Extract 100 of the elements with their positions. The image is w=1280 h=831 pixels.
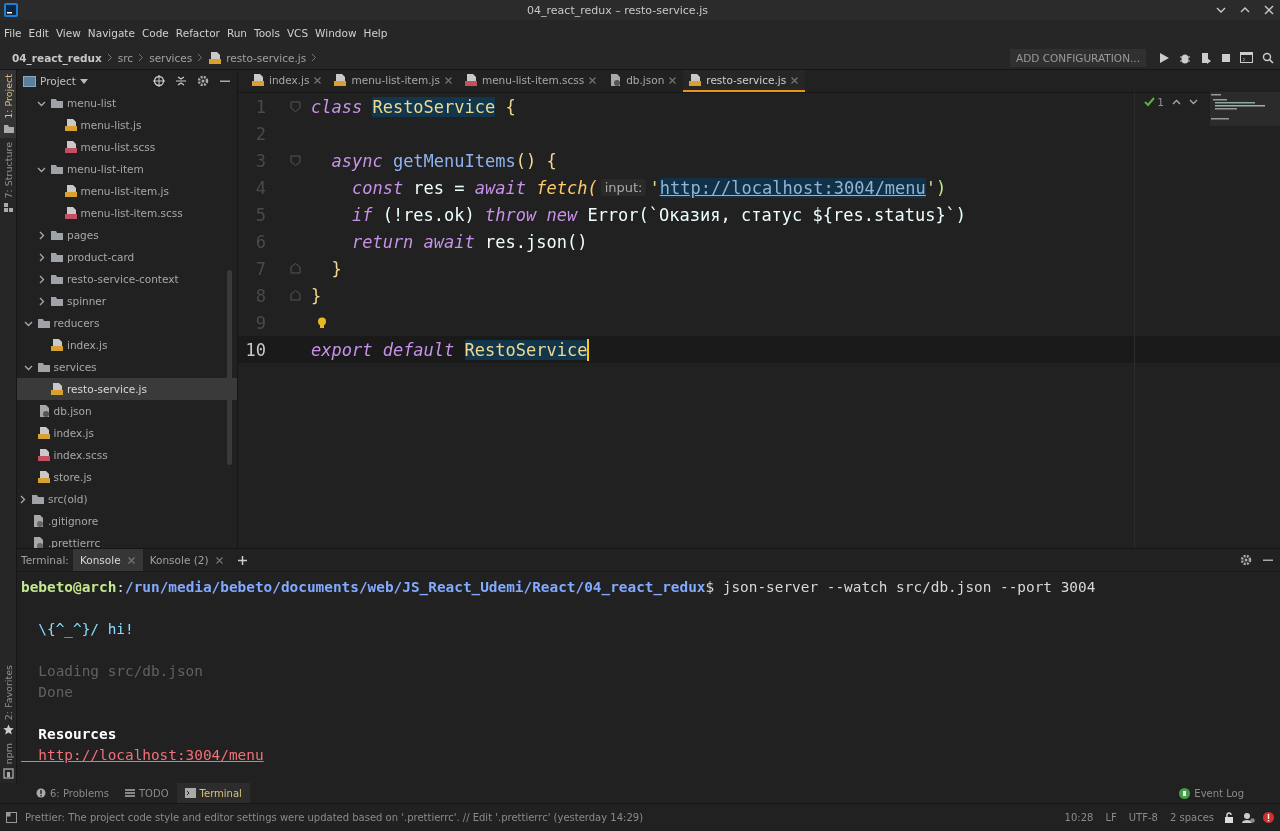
editor-tab[interactable]: index.js	[246, 70, 329, 92]
tree-item[interactable]: store.js	[17, 466, 237, 488]
editor-tab[interactable]: db.json	[603, 70, 684, 92]
menu-item[interactable]: VCS	[286, 27, 309, 39]
code-link[interactable]: http://localhost:3004/menu	[659, 177, 926, 198]
menu-item[interactable]: Refactor	[175, 27, 220, 39]
chevron-down-icon[interactable]	[1189, 99, 1198, 105]
fold-marker-icon[interactable]	[290, 290, 301, 301]
run-icon[interactable]	[1159, 51, 1170, 64]
add-icon[interactable]	[236, 554, 248, 566]
sass-file-icon	[463, 73, 478, 87]
breadcrumb[interactable]: 04_react_redux	[12, 51, 102, 64]
minimap-drawing	[1210, 92, 1280, 126]
console-tab[interactable]: Konsole (2)	[142, 549, 231, 571]
close-icon[interactable]	[588, 75, 598, 85]
close-icon[interactable]	[443, 75, 453, 85]
menu-item[interactable]: Code	[141, 27, 169, 39]
menu-item[interactable]: Window	[315, 27, 357, 39]
tree-item[interactable]: spinner	[17, 290, 237, 312]
settings-icon[interactable]	[1240, 554, 1252, 566]
close-icon[interactable]	[668, 75, 678, 85]
tree-item[interactable]: menu-list-item.scss	[17, 202, 237, 224]
tree-item[interactable]: product-card	[17, 246, 237, 268]
collapse-all-icon[interactable]	[175, 75, 187, 87]
tree-item[interactable]: menu-list.js	[17, 114, 237, 136]
panel-title[interactable]: Project	[40, 75, 76, 87]
inspection-count[interactable]: 1	[1144, 96, 1164, 108]
caret-icon[interactable]	[79, 78, 88, 84]
event-log-button[interactable]: Event Log	[1179, 787, 1280, 799]
tree-item[interactable]: index.scss	[17, 444, 237, 466]
tool-tab[interactable]: 6: Problems	[28, 783, 117, 803]
close-icon[interactable]	[313, 75, 323, 85]
tree-item[interactable]: db.json	[17, 400, 237, 422]
breadcrumb[interactable]: services	[149, 51, 193, 64]
fold-marker-icon[interactable]	[290, 101, 301, 112]
tool-window-tab[interactable]: 2: Favorites	[0, 660, 16, 739]
status-item[interactable]: UTF-8	[1126, 812, 1160, 823]
status-item[interactable]: 10:28	[1062, 812, 1096, 823]
search-icon[interactable]	[1262, 51, 1274, 64]
tree-item[interactable]: .gitignore	[17, 510, 237, 532]
close-icon[interactable]	[126, 555, 136, 565]
breadcrumb[interactable]: resto-service.js	[226, 51, 307, 64]
tree-item[interactable]: src(old)	[17, 488, 237, 510]
menu-item[interactable]: File	[4, 27, 22, 39]
tree-item[interactable]: menu-list-item	[17, 158, 237, 180]
menu-item[interactable]: Edit	[28, 27, 49, 39]
tree-item[interactable]: menu-list-item.js	[17, 180, 237, 202]
breadcrumb[interactable]: src	[117, 51, 134, 64]
panel-toggle-icon[interactable]	[6, 812, 17, 823]
warning-circle-icon	[36, 788, 46, 798]
maximize-window-icon[interactable]	[1240, 5, 1250, 15]
code-token: RestoService	[464, 339, 588, 360]
menu-item[interactable]: Tools	[254, 27, 280, 39]
code-token: default	[382, 339, 456, 360]
fold-marker-icon[interactable]	[290, 263, 301, 274]
chevron-up-icon[interactable]	[1172, 99, 1181, 105]
editor-tab[interactable]: menu-list-item.js	[328, 70, 459, 92]
menu-item[interactable]: Run	[226, 27, 248, 39]
close-icon[interactable]	[790, 75, 800, 85]
minimize-window-icon[interactable]	[1216, 5, 1226, 15]
close-icon[interactable]	[214, 555, 224, 565]
close-window-icon[interactable]	[1264, 5, 1274, 15]
settings-icon[interactable]	[197, 75, 209, 87]
tool-window-tab[interactable]: 1: Project	[0, 70, 16, 138]
lightbulb-icon[interactable]	[317, 316, 327, 329]
tree-item[interactable]: resto-service-context	[17, 268, 237, 290]
lock-icon[interactable]	[1224, 812, 1234, 823]
scrollbar[interactable]	[227, 270, 232, 465]
tree-item[interactable]: index.js	[17, 422, 237, 444]
tree-item[interactable]: menu-list.scss	[17, 136, 237, 158]
js-file-icon	[63, 184, 78, 198]
tree-item[interactable]: index.js	[17, 334, 237, 356]
tree-item[interactable]: services	[17, 356, 237, 378]
stop-icon[interactable]	[1221, 52, 1231, 63]
status-item[interactable]: LF	[1103, 812, 1119, 823]
menu-item[interactable]: Help	[363, 27, 388, 39]
tree-item[interactable]: pages	[17, 224, 237, 246]
tool-window-tab[interactable]: 7: Structure	[0, 137, 16, 218]
menu-item[interactable]: View	[55, 27, 81, 39]
add-configuration-button[interactable]: ADD CONFIGURATION...	[1010, 48, 1146, 67]
editor-tab[interactable]: resto-service.js	[683, 70, 806, 92]
tool-tab[interactable]: TODO	[117, 783, 177, 803]
menu-item[interactable]: Navigate	[87, 27, 135, 39]
terminal-window-icon[interactable]	[1240, 52, 1253, 63]
fold-marker-icon[interactable]	[290, 155, 301, 166]
json-file-icon	[608, 73, 623, 87]
code-token: }	[311, 285, 322, 306]
terminal-link[interactable]: http://localhost:3004/menu	[21, 744, 1280, 765]
status-item[interactable]: 2 spaces	[1167, 812, 1216, 823]
locate-icon[interactable]	[153, 75, 165, 87]
error-icon[interactable]	[1263, 812, 1274, 823]
tree-item[interactable]: menu-list	[17, 92, 237, 114]
console-tab[interactable]: Konsole	[72, 549, 143, 571]
tool-window-tab[interactable]: npm	[0, 738, 16, 783]
check-icon	[1144, 97, 1156, 107]
tree-item[interactable]: resto-service.js	[17, 378, 237, 400]
tree-item[interactable]: reducers	[17, 312, 237, 334]
tool-tab[interactable]: Terminal	[176, 783, 250, 803]
js-file-icon	[50, 382, 64, 396]
editor-tab[interactable]: menu-list-item.scss	[458, 70, 604, 92]
